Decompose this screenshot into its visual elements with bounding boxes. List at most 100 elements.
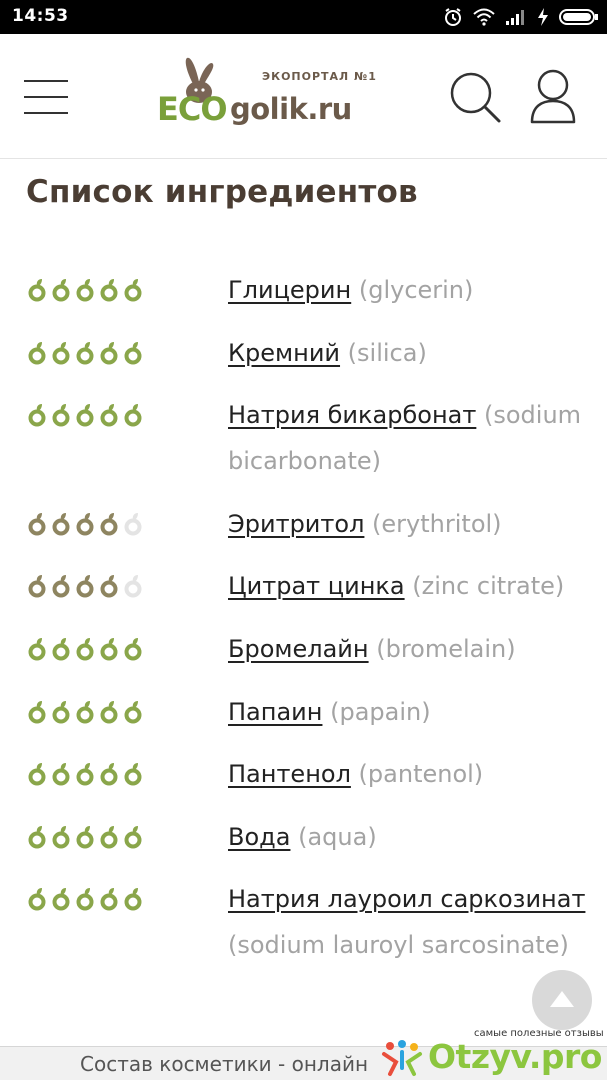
leaf-rating-icon xyxy=(100,341,118,365)
ingredient-name: Натрия лауроил саркозинат (sodium lauroy… xyxy=(228,876,588,968)
screen: 14:53 ЭКОПОРТАЛ №1 ECO golik.ru Список и… xyxy=(0,0,607,1080)
leaf-rating-icon xyxy=(76,825,94,849)
hamburger-menu-icon xyxy=(24,80,68,82)
leaf-rating-icon xyxy=(52,763,70,786)
signal-icon xyxy=(506,10,524,25)
charging-icon xyxy=(538,8,548,26)
safety-rating xyxy=(26,762,144,786)
leaf-rating-icon xyxy=(100,888,118,911)
watermark: самые полезные отзывы Otzyv.pro xyxy=(376,1024,607,1080)
account-button[interactable] xyxy=(528,68,578,126)
leaf-rating-icon xyxy=(52,512,70,536)
leaf-rating-icon xyxy=(28,638,46,661)
leaf-rating-icon xyxy=(76,888,94,911)
leaf-rating-icon xyxy=(52,888,70,911)
caption-text: Состав косметики - онлайн xyxy=(80,1052,369,1076)
safety-rating xyxy=(26,825,144,849)
safety-rating xyxy=(26,637,144,661)
ingredient-latin-name: (bromelain) xyxy=(376,635,516,663)
safety-rating xyxy=(26,403,144,427)
ingredient-link[interactable]: Пантенол xyxy=(228,760,351,788)
ingredient-link[interactable]: Натрия бикарбонат xyxy=(228,401,476,429)
ingredient-link[interactable]: Глицерин xyxy=(228,276,351,304)
leaf-rating-icon xyxy=(124,700,142,724)
page-title: Список ингредиентов xyxy=(26,174,418,210)
leaf-rating-icon xyxy=(124,888,142,911)
leaf-rating-icon xyxy=(28,279,46,302)
leaf-rating-icon xyxy=(52,575,70,598)
alarm-icon xyxy=(445,8,461,26)
ingredient-latin-name: (papain) xyxy=(330,697,431,726)
leaf-rating-icon xyxy=(28,825,46,849)
leaf-rating-icon xyxy=(28,341,46,365)
safety-rating xyxy=(26,278,144,302)
ingredient-name: Кремний (silica) xyxy=(228,330,588,376)
scroll-to-top-button[interactable] xyxy=(532,970,592,1030)
leaf-rating-icon xyxy=(124,575,142,598)
leaf-rating-icon xyxy=(100,575,118,598)
ingredient-link[interactable]: Вода xyxy=(228,823,290,851)
leaf-rating-icon xyxy=(52,638,70,661)
leaf-rating-icon xyxy=(52,825,70,849)
ingredient-link[interactable]: Папаин xyxy=(228,698,322,726)
leaf-rating-icon xyxy=(76,763,94,786)
leaf-rating-icon xyxy=(76,341,94,365)
ingredient-name: Глицерин (glycerin) xyxy=(228,267,588,313)
leaf-rating-icon xyxy=(28,512,46,536)
leaf-rating-icon xyxy=(76,512,94,536)
status-time: 14:53 xyxy=(12,6,69,26)
leaf-rating-icon xyxy=(124,279,142,302)
leaf-rating-icon xyxy=(52,700,70,724)
leaf-rating-icon xyxy=(100,404,118,427)
user-icon xyxy=(530,69,576,124)
leaf-rating-icon xyxy=(124,512,142,536)
ingredient-name: Натрия бикарбонат (sodium bicarbonate) xyxy=(228,392,588,484)
leaf-rating-icon xyxy=(100,825,118,849)
ingredient-name: Папаин (papain) xyxy=(228,689,588,735)
safety-rating xyxy=(26,512,144,536)
ingredient-link[interactable]: Цитрат цинка xyxy=(228,572,405,600)
leaf-rating-icon xyxy=(100,638,118,661)
ingredient-latin-name: (pantenol) xyxy=(358,760,484,789)
leaf-rating-icon xyxy=(28,575,46,598)
leaf-rating-icon xyxy=(52,341,70,365)
ingredient-name: Пантенол (pantenol) xyxy=(228,751,588,797)
leaf-rating-icon xyxy=(100,763,118,786)
site-logo[interactable]: ЭКОПОРТАЛ №1 ECO golik.ru xyxy=(157,54,376,144)
ingredient-latin-name: (erythritol) xyxy=(372,509,502,538)
ingredient-latin-name: (aqua) xyxy=(298,822,377,851)
leaf-rating-icon xyxy=(28,404,46,427)
logo-eco: ECO xyxy=(157,90,228,128)
leaf-rating-icon xyxy=(76,575,94,598)
leaf-rating-icon xyxy=(76,638,94,661)
leaf-rating-icon xyxy=(76,279,94,302)
arrow-up-icon xyxy=(550,991,574,1007)
ingredient-link[interactable]: Натрия лауроил саркозинат xyxy=(228,885,585,913)
ingredient-link[interactable]: Бромелайн xyxy=(228,635,369,663)
leaf-rating-icon xyxy=(124,763,142,786)
logo-domain: golik.ru xyxy=(230,92,352,126)
safety-rating xyxy=(26,574,144,598)
search-button[interactable] xyxy=(448,70,502,124)
leaf-rating-icon xyxy=(52,279,70,302)
leaf-rating-icon xyxy=(124,341,142,365)
ingredient-latin-name: (glycerin) xyxy=(358,276,474,304)
wifi-icon xyxy=(473,8,495,26)
ingredient-link[interactable]: Эритритол xyxy=(228,510,364,538)
status-icons xyxy=(443,6,599,28)
site-header: ЭКОПОРТАЛ №1 ECO golik.ru xyxy=(0,34,607,159)
ingredient-name: Бромелайн (bromelain) xyxy=(228,626,588,672)
ingredient-latin-name: (silica) xyxy=(347,338,427,367)
leaf-rating-icon xyxy=(28,700,46,724)
watermark-brand: Otzyv.pro xyxy=(428,1037,602,1076)
safety-rating xyxy=(26,341,144,365)
menu-button[interactable] xyxy=(24,78,70,118)
leaf-rating-icon xyxy=(100,279,118,302)
ingredient-link[interactable]: Кремний xyxy=(228,339,340,367)
leaf-rating-icon xyxy=(76,700,94,724)
leaf-rating-icon xyxy=(100,700,118,724)
search-icon xyxy=(450,72,501,123)
leaf-rating-icon xyxy=(124,638,142,661)
status-bar: 14:53 xyxy=(0,0,607,34)
leaf-rating-icon xyxy=(28,763,46,786)
